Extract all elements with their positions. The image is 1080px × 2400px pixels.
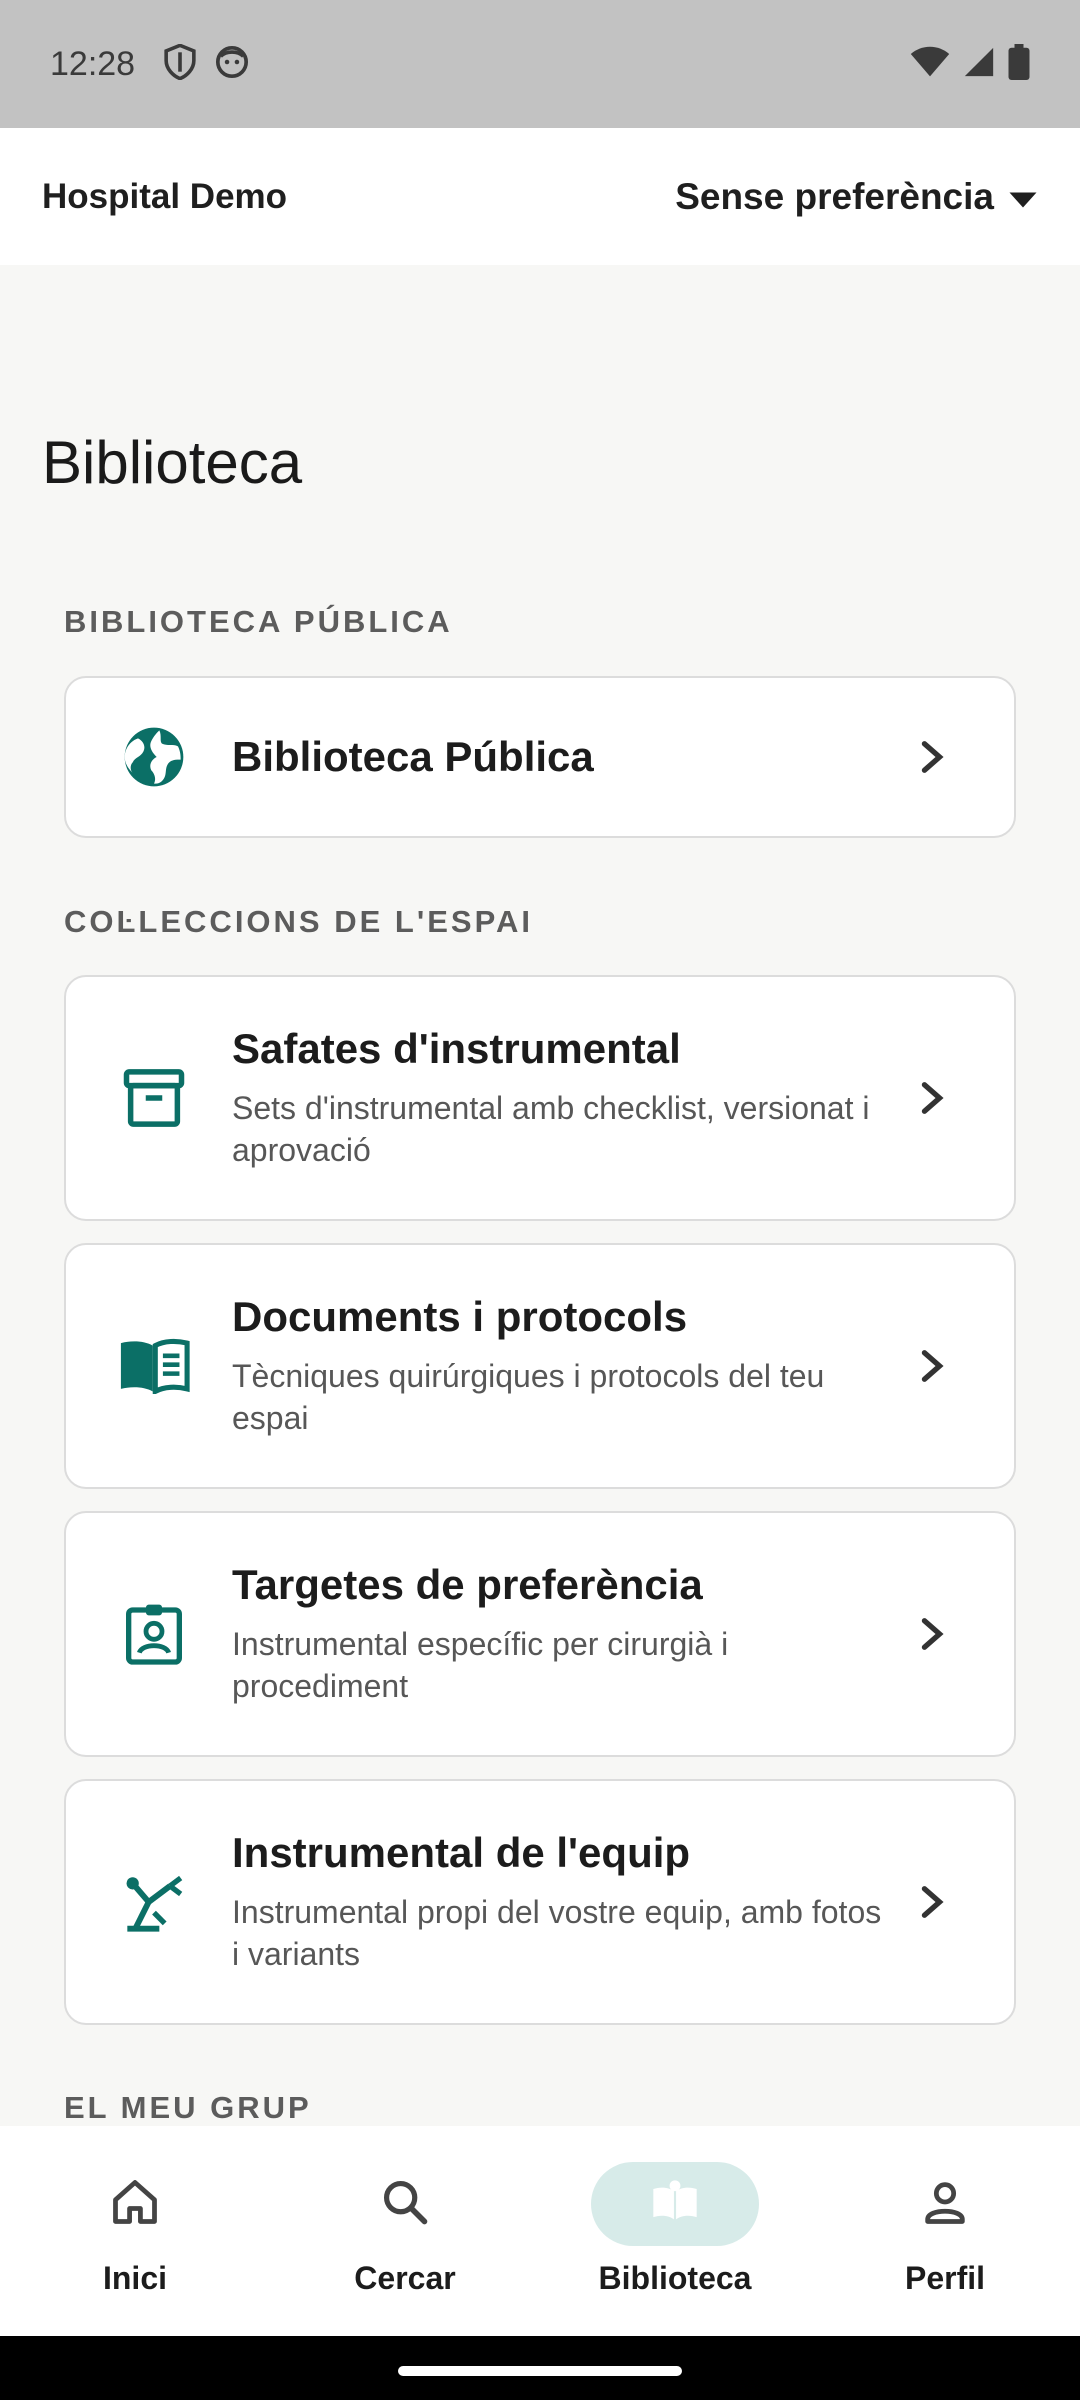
page-title: Biblioteca: [42, 429, 303, 496]
section-label-space: COĿLECCIONS DE L'ESPAI: [64, 904, 533, 939]
gesture-bar: [0, 2336, 1080, 2400]
app-header: Hospital Demo Sense preferència: [0, 128, 1080, 265]
chevron-right-icon: [902, 1081, 962, 1115]
tool-icon: [108, 1872, 200, 1932]
section-label-public: BIBLIOTECA PÚBLICA: [64, 604, 453, 639]
card-subtitle: Sets d'instrumental amb checklist, versi…: [232, 1090, 870, 1168]
organization-name: Hospital Demo: [42, 176, 288, 216]
card-title: Biblioteca Pública: [232, 733, 594, 780]
caret-down-icon: [1008, 176, 1038, 218]
nav-label: Cercar: [354, 2260, 456, 2296]
nav-label: Inici: [102, 2260, 167, 2296]
status-time: 12:28: [50, 44, 136, 83]
card-documents-protocols[interactable]: Documents i protocols Tècniques quirúrgi…: [64, 1243, 1016, 1489]
chevron-right-icon: [902, 1617, 962, 1651]
face-icon: [215, 45, 249, 84]
card-subtitle: Tècniques quirúrgiques i protocols del t…: [232, 1358, 825, 1436]
battery-icon: [1008, 43, 1030, 85]
nav-label: Biblioteca: [598, 2260, 752, 2296]
nav-label: Perfil: [904, 2260, 986, 2296]
bottom-navigation: Inici Cercar Biblioteca Perfil: [0, 2126, 1080, 2336]
preference-selected-value: Sense preferència: [675, 175, 994, 217]
card-title: Instrumental de l'equip: [232, 1829, 691, 1876]
chevron-right-icon: [902, 1885, 962, 1919]
home-icon: [109, 2176, 161, 2233]
badge-icon: [108, 1602, 200, 1666]
card-subtitle: Instrumental específic per cirurgià i pr…: [232, 1626, 729, 1704]
chevron-right-icon: [902, 740, 962, 774]
card-team-instruments[interactable]: Instrumental de l'equip Instrumental pro…: [64, 1779, 1016, 2025]
card-title: Documents i protocols: [232, 1293, 688, 1340]
person-icon: [919, 2176, 971, 2233]
nav-item-library[interactable]: Biblioteca: [540, 2126, 810, 2336]
card-subtitle: Instrumental propi del vostre equip, amb…: [232, 1894, 882, 1972]
library-icon: [649, 2176, 701, 2233]
archive-icon: [108, 1065, 200, 1131]
nav-item-search[interactable]: Cercar: [270, 2126, 540, 2336]
wifi-icon: [910, 46, 950, 83]
nav-item-profile[interactable]: Perfil: [810, 2126, 1080, 2336]
signal-icon: [962, 45, 996, 84]
card-instrument-trays[interactable]: Safates d'instrumental Sets d'instrument…: [64, 975, 1016, 1221]
nav-item-home[interactable]: Inici: [0, 2126, 270, 2336]
preference-dropdown[interactable]: Sense preferència: [675, 176, 1038, 218]
home-gesture-handle[interactable]: [398, 2366, 682, 2376]
search-icon: [379, 2176, 431, 2233]
status-bar: 12:28: [0, 0, 1080, 128]
card-title: Safates d'instrumental: [232, 1025, 681, 1072]
card-public-library[interactable]: Biblioteca Pública: [64, 676, 1016, 838]
globe-icon: [108, 725, 200, 789]
active-indicator: [591, 2162, 759, 2246]
shield-icon: [163, 42, 197, 85]
section-label-group: EL MEU GRUP: [64, 2090, 312, 2125]
chevron-right-icon: [902, 1349, 962, 1383]
book-icon: [108, 1338, 200, 1394]
card-preference-cards[interactable]: Targetes de preferència Instrumental esp…: [64, 1511, 1016, 1757]
card-title: Targetes de preferència: [232, 1561, 703, 1608]
